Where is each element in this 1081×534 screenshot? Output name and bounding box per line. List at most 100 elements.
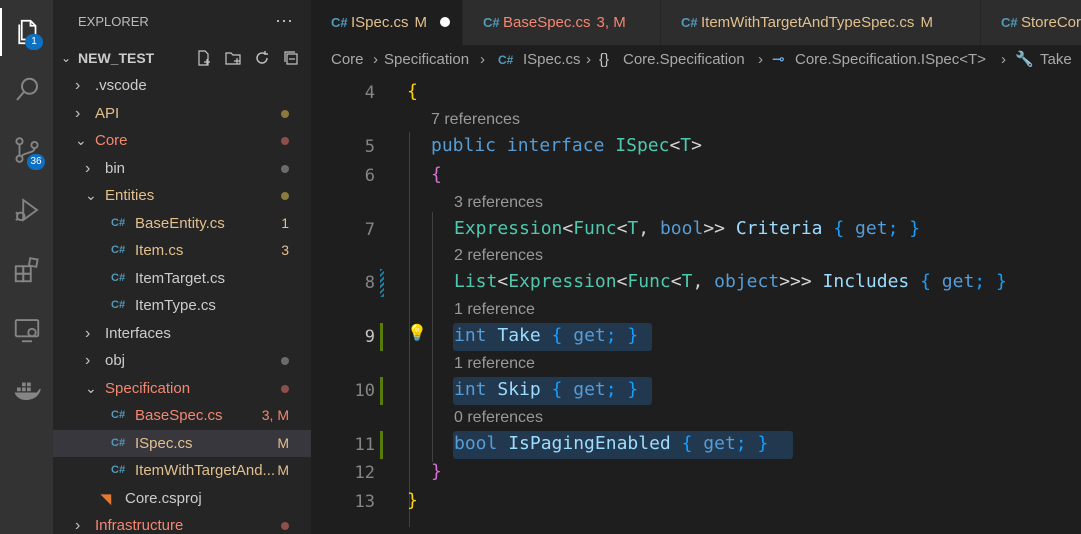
tree-item-itemtype-cs[interactable]: C# ItemType.cs: [53, 292, 311, 320]
breadcrumb-item-file[interactable]: ISpec.cs: [523, 45, 581, 75]
codelens-references[interactable]: 7 references: [431, 111, 520, 129]
tree-item-core[interactable]: ⌄ Core: [53, 127, 311, 155]
remote-explorer-icon[interactable]: [0, 306, 53, 354]
git-status-dot: [281, 109, 289, 118]
tab-basespec-cs[interactable]: C# BaseSpec.cs 3, M: [463, 0, 661, 45]
git-status-dot: [281, 192, 289, 200]
tree-item-itemtarget-cs[interactable]: C# ItemTarget.cs: [53, 265, 311, 293]
csharp-file-icon: C#: [331, 15, 348, 30]
breadcrumb-item-namespace[interactable]: Core.Specification: [623, 45, 745, 75]
codelens-references[interactable]: 1 reference: [454, 355, 535, 373]
csharp-file-icon: C#: [111, 216, 126, 229]
line-number: 7: [364, 220, 375, 240]
git-status-dot: [281, 522, 289, 530]
search-icon[interactable]: [0, 66, 53, 114]
tab-ispec-cs[interactable]: C# ISpec.cs M: [311, 0, 463, 45]
extensions-icon[interactable]: [0, 246, 53, 294]
code-line: public interface ISpec<T>: [431, 135, 702, 156]
line-number: 4: [364, 83, 375, 103]
tree-item-baseentity-cs[interactable]: C# BaseEntity.cs 1: [53, 210, 311, 238]
breadcrumb-item-property[interactable]: Take: [1040, 45, 1072, 75]
chevron-right-icon: ›: [85, 159, 91, 177]
tree-item-label: .vscode: [95, 77, 147, 94]
source-control-icon[interactable]: 36: [0, 126, 53, 174]
chevron-down-icon: ⌄: [85, 379, 97, 396]
run-debug-icon[interactable]: [0, 186, 53, 234]
source-control-badge: 36: [27, 154, 45, 170]
tree-item-core-csproj[interactable]: ◥ Core.csproj: [53, 485, 311, 513]
workspace-name: NEW_TEST: [78, 50, 155, 66]
namespace-icon: {}: [599, 51, 610, 68]
chevron-right-icon: ›: [373, 51, 378, 68]
code-line: bool IsPagingEnabled { get; }: [454, 433, 769, 454]
csharp-file-icon: C#: [1001, 15, 1018, 30]
unsaved-dot-icon[interactable]: [440, 17, 450, 27]
tree-item-label: API: [95, 104, 120, 122]
interface-icon: ⊸: [772, 51, 785, 68]
lightbulb-icon[interactable]: 💡: [407, 323, 427, 342]
csharp-file-icon: C#: [483, 15, 500, 30]
tree-item-item-cs[interactable]: C# Item.cs 3: [53, 237, 311, 265]
tree-item-entities[interactable]: ⌄ Entities: [53, 182, 311, 210]
tree-item-vscode[interactable]: › .vscode: [53, 72, 311, 100]
more-actions-icon[interactable]: ···: [275, 0, 293, 44]
tree-item-bin[interactable]: › bin: [53, 155, 311, 183]
workspace-section-header[interactable]: ⌄ NEW_TEST: [53, 45, 311, 72]
csharp-file-icon: C#: [111, 271, 126, 284]
indent-guide: [432, 212, 433, 462]
collapse-all-icon[interactable]: [281, 48, 301, 68]
codelens-references[interactable]: 0 references: [454, 409, 543, 427]
line-number: 12: [354, 463, 375, 483]
activity-bar: 1 36: [0, 0, 53, 534]
tree-item-api[interactable]: › API: [53, 100, 311, 128]
code-editor[interactable]: 💡 4 5 6 7 8 9 10 11 12 13 7 references 3…: [311, 75, 1081, 534]
line-number: 6: [364, 166, 375, 186]
tree-item-label: ItemWithTargetAnd...: [135, 462, 276, 479]
code-line: }: [431, 461, 442, 482]
breadcrumb-item-interface[interactable]: Core.Specification.ISpec<T>: [795, 45, 986, 75]
codelens-references[interactable]: 1 reference: [454, 301, 535, 319]
explorer-title: EXPLORER: [78, 14, 149, 29]
tree-item-basespec-cs[interactable]: C# BaseSpec.cs 3, M: [53, 402, 311, 430]
gutter-added-marker: [380, 431, 383, 459]
tab-itemwithtargetandtypespec-cs[interactable]: C# ItemWithTargetAndTypeSpec.cs M: [661, 0, 981, 45]
chevron-right-icon: ›: [1001, 51, 1006, 68]
tree-item-obj[interactable]: › obj: [53, 347, 311, 375]
tab-git-status: 3, M: [596, 14, 626, 31]
tree-item-label: BaseEntity.cs: [135, 214, 225, 232]
tree-item-specification[interactable]: ⌄ Specification: [53, 375, 311, 403]
chevron-right-icon: ›: [480, 51, 485, 68]
tree-item-interfaces[interactable]: › Interfaces: [53, 320, 311, 348]
wrench-icon: 🔧: [1015, 51, 1034, 68]
tab-git-status: M: [920, 14, 933, 31]
git-status-badge: 3, M: [261, 407, 289, 423]
explorer-icon[interactable]: 1: [0, 8, 53, 56]
code-line: {: [431, 164, 442, 185]
tree-item-label: Interfaces: [105, 324, 171, 342]
tree-item-label: bin: [105, 159, 126, 177]
new-folder-icon[interactable]: [223, 48, 243, 68]
tab-git-status: M: [414, 14, 428, 31]
breadcrumb-item-core[interactable]: Core: [331, 45, 364, 75]
codelens-references[interactable]: 3 references: [454, 194, 543, 212]
tree-item-label: ISpec.cs: [135, 434, 193, 452]
explorer-badge: 1: [25, 34, 43, 50]
git-status-badge: 1: [281, 214, 289, 231]
tree-item-label: ItemType.cs: [135, 297, 216, 314]
tab-storecor[interactable]: C# StoreCor: [981, 0, 1081, 45]
tree-item-infrastructure[interactable]: › Infrastructure: [53, 512, 311, 534]
tab-label: ItemWithTargetAndTypeSpec.cs: [701, 14, 915, 31]
code-line: Expression<Func<T, bool>> Criteria { get…: [454, 218, 921, 239]
git-status-badge: M: [277, 434, 289, 451]
codelens-references[interactable]: 2 references: [454, 247, 543, 265]
csharp-file-icon: C#: [111, 464, 126, 476]
new-file-icon[interactable]: [194, 48, 214, 68]
chevron-right-icon: ›: [85, 324, 91, 342]
chevron-right-icon: ›: [85, 352, 91, 369]
tree-item-itemwithtargetand[interactable]: C# ItemWithTargetAnd... M: [53, 457, 311, 485]
tree-item-ispec-cs[interactable]: C# ISpec.cs M: [53, 429, 311, 457]
breadcrumb-item-specification[interactable]: Specification: [384, 45, 469, 75]
refresh-icon[interactable]: [252, 48, 272, 68]
tree-item-label: ItemTarget.cs: [135, 269, 226, 287]
docker-icon[interactable]: [0, 366, 53, 414]
